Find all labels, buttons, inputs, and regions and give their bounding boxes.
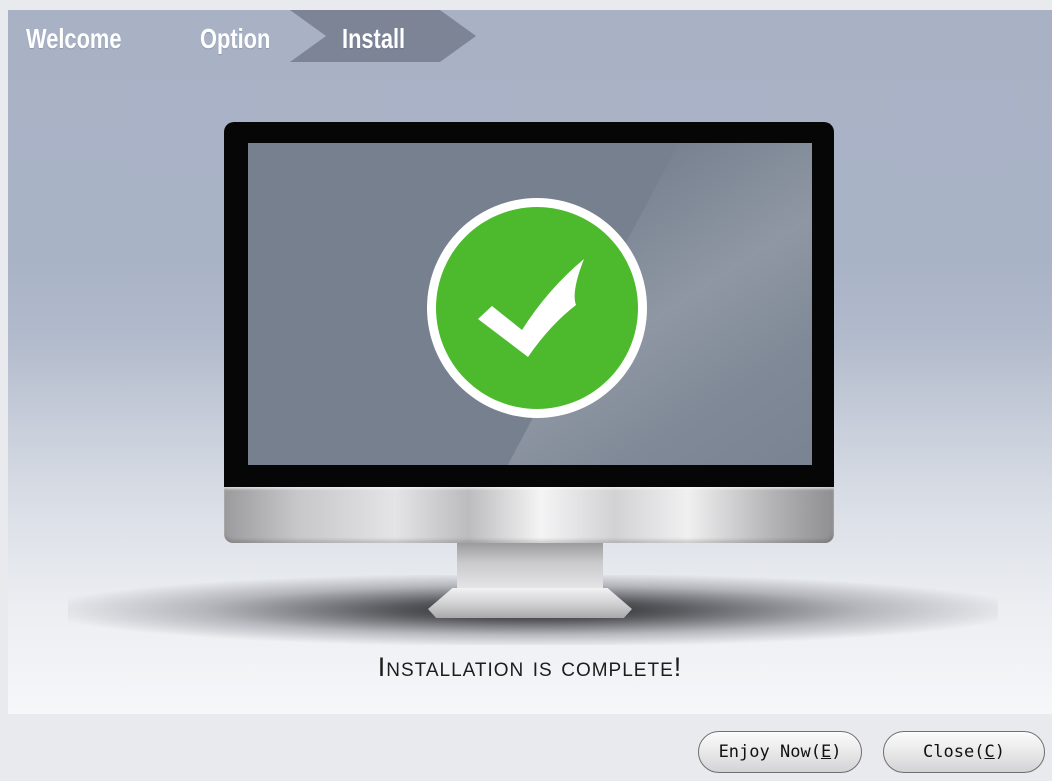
monitor-neck [457,543,603,591]
close-label: Close [923,742,975,762]
monitor-chin [224,487,834,543]
step-install: Install [342,23,406,54]
enjoy-now-mnemonic: E [820,742,832,762]
monitor-foot [428,588,632,618]
completion-message: Installation is complete! [377,652,683,682]
step-welcome: Welcome [26,23,122,54]
enjoy-now-label: Enjoy Now [718,742,811,762]
checkmark-circle-icon [427,198,647,418]
content-stage: Welcome Option Install Installation is c… [8,10,1052,714]
close-button[interactable]: Close(C) [883,731,1045,773]
step-breadcrumb: Welcome Option Install [8,10,528,62]
close-mnemonic: C [984,742,995,762]
installer-window: Welcome Option Install Installation is c… [0,0,1052,781]
step-option: Option [200,23,271,54]
enjoy-now-button[interactable]: Enjoy Now(E) [698,731,862,773]
